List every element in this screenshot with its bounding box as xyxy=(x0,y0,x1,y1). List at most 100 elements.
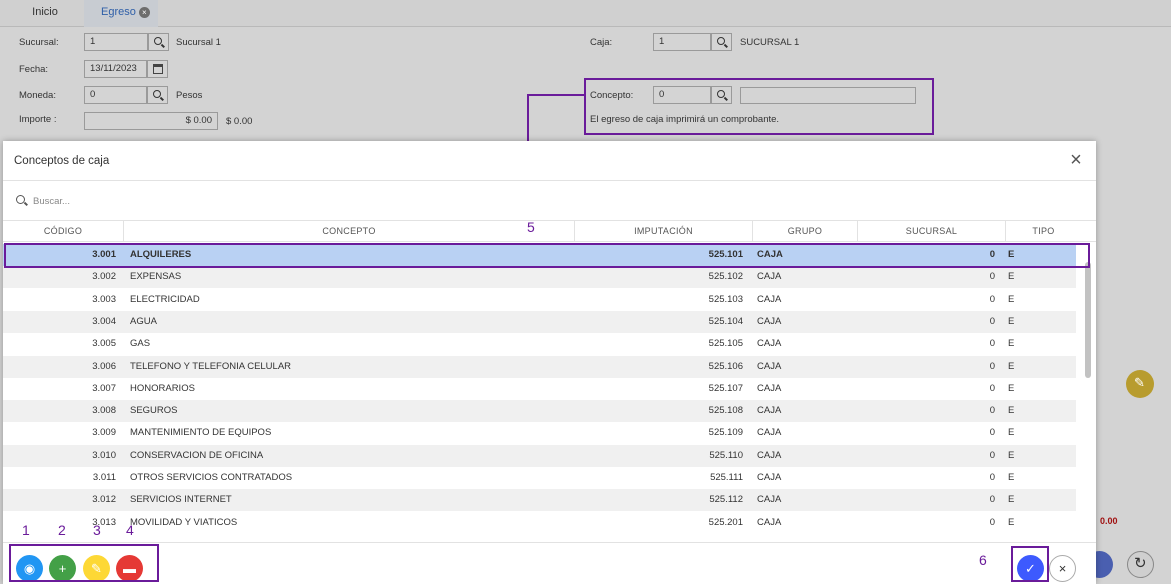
table-row[interactable]: 3.012 SERVICIOS INTERNET 525.112 CAJA 0 E xyxy=(3,489,1076,512)
table-row[interactable]: 3.013 MOVILIDAD Y VIATICOS 525.201 CAJA 0 E xyxy=(3,512,1076,534)
table-row[interactable]: 3.004 AGUA 525.104 CAJA 0 E xyxy=(3,310,1076,333)
cell-imputacion: 525.112 xyxy=(709,494,743,506)
close-icon[interactable]: × xyxy=(1066,149,1086,171)
cell-codigo: 3.006 xyxy=(92,360,116,372)
cell-sucursal: 0 xyxy=(989,405,995,417)
cell-sucursal: 0 xyxy=(989,516,995,528)
column-header-tipo[interactable]: TIPO xyxy=(1006,221,1081,242)
cell-concepto: AGUA xyxy=(130,315,157,327)
cell-grupo: CAJA xyxy=(757,427,782,439)
table-row[interactable]: 3.007 HONORARIOS 525.107 CAJA 0 E xyxy=(3,378,1076,400)
table-row[interactable]: 3.009 MANTENIMIENTO DE EQUIPOS 525.109 CAJA… xyxy=(3,422,1076,444)
cell-concepto: ELECTRICIDAD xyxy=(130,293,200,305)
callout-confirm-box xyxy=(1011,546,1049,582)
background-total: 0.00 xyxy=(1100,516,1118,526)
moneda-search-button[interactable] xyxy=(147,86,168,104)
cell-imputacion: 525.107 xyxy=(708,382,743,394)
table-scrollbar[interactable] xyxy=(1081,244,1096,540)
cell-concepto: CONSERVACION DE OFICINA xyxy=(130,449,264,461)
cell-grupo: CAJA xyxy=(757,293,782,305)
cell-imputacion: 525.201 xyxy=(708,516,743,528)
callout-number-1: 1 xyxy=(22,522,30,538)
modal-header: Conceptos de caja × xyxy=(3,141,1096,181)
cell-imputacion: 525.105 xyxy=(708,338,743,350)
cell-concepto: GAS xyxy=(130,338,151,350)
callout-concepto-box xyxy=(584,78,934,135)
cell-codigo: 3.002 xyxy=(92,271,116,283)
cell-grupo: CAJA xyxy=(757,338,782,350)
cell-sucursal: 0 xyxy=(989,338,995,350)
cell-grupo: CAJA xyxy=(757,360,782,372)
tab-close-icon[interactable]: × xyxy=(138,6,150,18)
moneda-input[interactable]: 0 xyxy=(84,86,147,104)
cell-tipo: E xyxy=(1008,293,1015,305)
cell-concepto: OTROS SERVICIOS CONTRATADOS xyxy=(130,472,293,483)
fecha-input[interactable]: 13/11/2023 xyxy=(84,60,147,78)
search-icon xyxy=(717,37,725,45)
cell-tipo: E xyxy=(1008,427,1015,439)
cell-grupo: CAJA xyxy=(757,271,782,283)
cell-codigo: 3.007 xyxy=(92,382,116,394)
tab-egreso[interactable]: Egreso × xyxy=(84,0,158,27)
search-bar xyxy=(3,181,1096,221)
caja-name: SUCURSAL 1 xyxy=(740,37,800,48)
table-header: CÓDIGO CONCEPTO IMPUTACIÓN GRUPO SUCURSA… xyxy=(3,221,1096,242)
sucursal-label: Sucursal: xyxy=(19,37,59,48)
cell-imputacion: 525.110 xyxy=(709,449,743,461)
cell-codigo: 3.004 xyxy=(92,315,116,327)
cell-sucursal: 0 xyxy=(989,449,995,461)
table-row[interactable]: 3.005 GAS 525.105 CAJA 0 E xyxy=(3,333,1076,355)
sucursal-search-button[interactable] xyxy=(148,33,169,51)
cell-tipo: E xyxy=(1008,271,1015,283)
table-body: 3.001 ALQUILERES 525.101 CAJA 0 E 3.002 EXPENSA… xyxy=(3,244,1076,540)
scroll-thumb[interactable] xyxy=(1085,262,1091,378)
importe-input[interactable]: $ 0.00 xyxy=(84,112,218,130)
cell-concepto: HONORARIOS xyxy=(130,382,195,394)
table-row[interactable]: 3.006 TELEFONO Y TELEFONIA CELULAR 525.106… xyxy=(3,355,1076,378)
callout-number-5: 5 xyxy=(527,219,535,235)
calendar-icon xyxy=(153,64,163,74)
cell-concepto: TELEFONO Y TELEFONIA CELULAR xyxy=(130,360,292,372)
search-icon xyxy=(153,90,161,98)
background-edit-button[interactable] xyxy=(1126,370,1154,398)
column-header-concepto[interactable]: CONCEPTO xyxy=(124,221,575,242)
caja-input[interactable]: 1 xyxy=(653,33,711,51)
calendar-button[interactable] xyxy=(147,60,168,78)
callout-arrow-line xyxy=(527,94,586,146)
background-refresh-button[interactable]: ↻ xyxy=(1127,551,1154,578)
caja-search-button[interactable] xyxy=(711,33,732,51)
cell-codigo: 3.009 xyxy=(92,427,116,439)
cell-sucursal: 0 xyxy=(989,494,995,506)
cell-grupo: CAJA xyxy=(757,494,782,506)
importe-text: $ 0.00 xyxy=(226,116,253,127)
tab-inicio-label: Inicio xyxy=(32,6,58,18)
column-header-imputacion[interactable]: IMPUTACIÓN xyxy=(575,221,753,242)
cell-imputacion: 525.108 xyxy=(708,405,743,417)
cell-tipo: E xyxy=(1008,338,1015,350)
column-header-sucursal[interactable]: SUCURSAL xyxy=(858,221,1006,242)
cell-tipo: E xyxy=(1008,494,1015,506)
cell-sucursal: 0 xyxy=(989,472,995,483)
table-row[interactable]: 3.002 EXPENSAS 525.102 CAJA 0 E xyxy=(3,266,1076,289)
column-header-grupo[interactable]: GRUPO xyxy=(753,221,858,242)
callout-number-3: 3 xyxy=(93,522,101,538)
cell-tipo: E xyxy=(1008,472,1015,483)
cell-tipo: E xyxy=(1008,315,1015,327)
cell-imputacion: 525.111 xyxy=(710,472,743,483)
table-row[interactable]: 3.003 ELECTRICIDAD 525.103 CAJA 0 E xyxy=(3,289,1076,311)
table-row[interactable]: 3.011 OTROS SERVICIOS CONTRATADOS 525.111 C… xyxy=(3,467,1076,489)
cell-codigo: 3.012 xyxy=(92,494,116,506)
table-row[interactable]: 3.010 CONSERVACION DE OFICINA 525.110 CAJA 0… xyxy=(3,444,1076,467)
column-header-codigo[interactable]: CÓDIGO xyxy=(3,221,124,242)
sucursal-input[interactable]: 1 xyxy=(84,33,148,51)
search-input[interactable] xyxy=(33,193,433,209)
moneda-name: Pesos xyxy=(176,90,203,101)
cell-codigo: 3.003 xyxy=(92,293,116,305)
tab-inicio[interactable]: Inicio xyxy=(14,0,76,27)
cancel-button[interactable]: × xyxy=(1049,555,1076,582)
table-row[interactable]: 3.008 SEGUROS 525.108 CAJA 0 E xyxy=(3,400,1076,423)
modal-title: Conceptos de caja xyxy=(14,155,110,167)
callout-actions-box xyxy=(9,544,159,582)
cell-codigo: 3.010 xyxy=(92,449,116,461)
close-icon: × xyxy=(1058,561,1067,576)
